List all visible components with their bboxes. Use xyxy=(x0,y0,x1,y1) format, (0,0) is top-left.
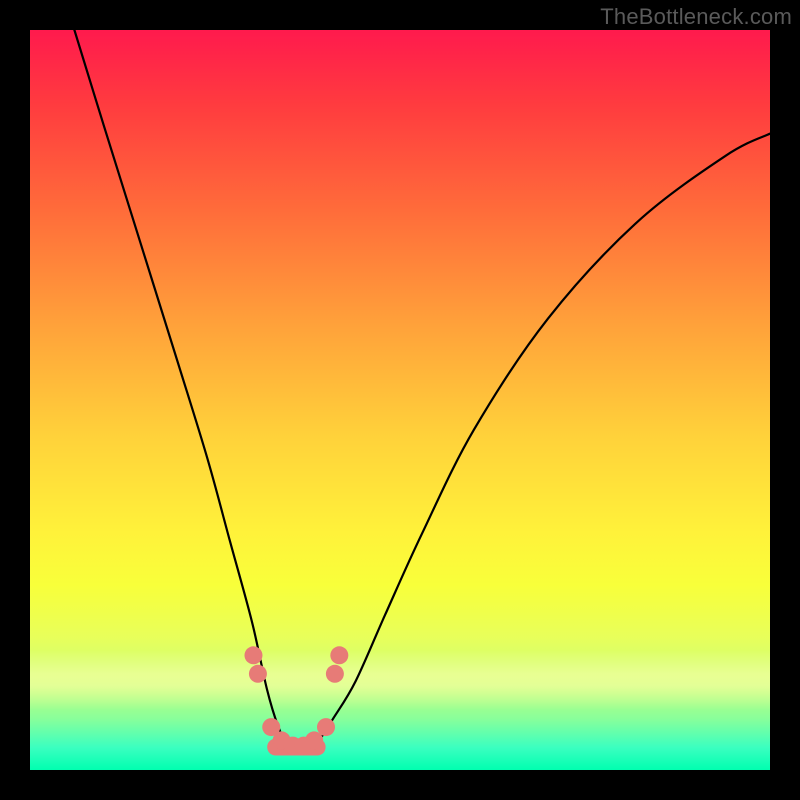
marker-dot xyxy=(244,646,262,664)
marker-dot xyxy=(330,646,348,664)
bottleneck-curve xyxy=(74,30,770,750)
marker-dot xyxy=(326,665,344,683)
marker-dot xyxy=(249,665,267,683)
chart-svg xyxy=(30,30,770,770)
watermark-text: TheBottleneck.com xyxy=(600,4,792,30)
chart-plot-area xyxy=(30,30,770,770)
marker-dot xyxy=(317,718,335,736)
